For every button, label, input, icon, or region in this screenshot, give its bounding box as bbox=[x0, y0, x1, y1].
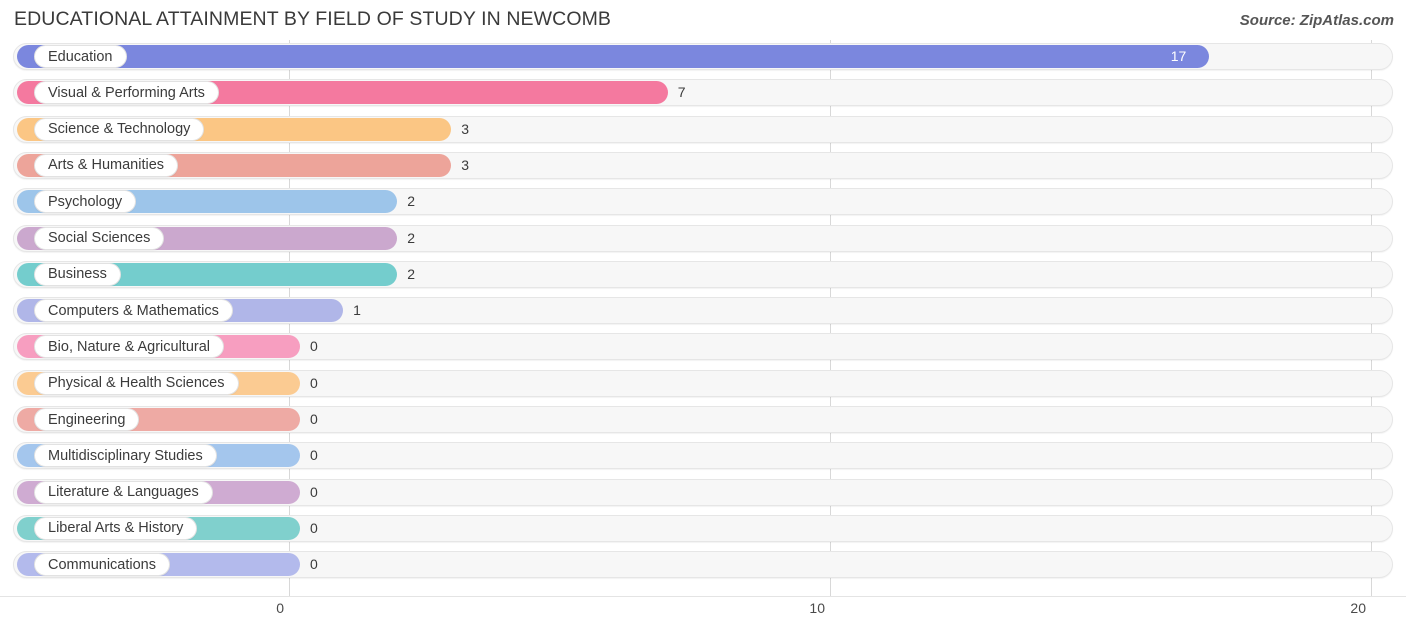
bar-value-label: 3 bbox=[461, 120, 470, 137]
bar-row[interactable]: Arts & Humanities 3 bbox=[0, 149, 1406, 185]
bar-row[interactable]: Literature & Languages 0 bbox=[0, 476, 1406, 512]
bar-category-label: Liberal Arts & History bbox=[34, 516, 198, 540]
bar-category-label: Education bbox=[34, 45, 127, 68]
chart-header: EDUCATIONAL ATTAINMENT BY FIELD OF STUDY… bbox=[0, 0, 1406, 40]
bar-category-label: Multidisciplinary Studies bbox=[34, 444, 217, 468]
bar-row[interactable]: Communications 0 bbox=[0, 548, 1406, 584]
bar-category-label: Science & Technology bbox=[34, 117, 205, 141]
bar-category-text: Engineering bbox=[48, 411, 126, 428]
bar-row[interactable]: Physical & Health Sciences 0 bbox=[0, 367, 1406, 403]
axis-top-divider bbox=[0, 596, 1406, 597]
bar-row[interactable]: Business 2 bbox=[0, 258, 1406, 294]
bar-category-text: Literature & Languages bbox=[48, 484, 199, 501]
bar-fill bbox=[17, 45, 1209, 68]
bar-category-label: Visual & Performing Arts bbox=[34, 81, 219, 105]
bar-category-text: Liberal Arts & History bbox=[48, 520, 184, 537]
bar-value-label: 0 bbox=[310, 447, 318, 464]
bar-category-label: Arts & Humanities bbox=[34, 153, 179, 177]
bar-value-label: 1 bbox=[353, 302, 361, 319]
bar-category-label: Communications bbox=[34, 553, 170, 577]
bar-row[interactable]: Computers & Mathematics 1 bbox=[0, 294, 1406, 330]
bar-value-label: 2 bbox=[407, 229, 415, 246]
bar-value-label: 0 bbox=[310, 556, 318, 573]
bar-category-label: Engineering bbox=[34, 408, 140, 431]
bar-category-text: Science & Technology bbox=[48, 121, 191, 138]
x-axis: 0 10 20 bbox=[0, 596, 1406, 631]
bar-value-label: 3 bbox=[461, 156, 470, 173]
bar-category-text: Psychology bbox=[48, 193, 123, 210]
bar-category-text: Social Sciences bbox=[48, 230, 151, 246]
bar-value-label: 17 bbox=[1170, 48, 1187, 64]
bar-value-label: 0 bbox=[310, 338, 318, 355]
bar-category-label: Computers & Mathematics bbox=[34, 299, 233, 323]
bar-category-label: Business bbox=[34, 262, 121, 286]
bar-row[interactable]: Education 17 bbox=[0, 40, 1406, 76]
bar-category-text: Education bbox=[48, 48, 113, 65]
bar-row[interactable]: Bio, Nature & Agricultural 0 bbox=[0, 330, 1406, 366]
bar-value-label: 0 bbox=[310, 411, 318, 427]
bar-category-text: Computers & Mathematics bbox=[48, 302, 219, 319]
bar-row[interactable]: Liberal Arts & History 0 bbox=[0, 512, 1406, 548]
bar-row[interactable]: Multidisciplinary Studies 0 bbox=[0, 439, 1406, 475]
source-attribution: Source: ZipAtlas.com bbox=[1239, 12, 1394, 29]
bar-value-label: 2 bbox=[407, 193, 415, 210]
bar-value-label: 0 bbox=[310, 519, 318, 536]
bar-category-label: Psychology bbox=[34, 190, 137, 214]
bar-value-label: 0 bbox=[310, 374, 318, 391]
bar-row[interactable]: Social Sciences 2 bbox=[0, 222, 1406, 258]
bar-category-text: Business bbox=[48, 266, 107, 283]
page-title: EDUCATIONAL ATTAINMENT BY FIELD OF STUDY… bbox=[14, 8, 612, 30]
bar-category-text: Physical & Health Sciences bbox=[48, 375, 225, 392]
bar-value-label: 0 bbox=[310, 483, 318, 500]
bar-category-text: Communications bbox=[48, 556, 156, 573]
bar-category-text: Visual & Performing Arts bbox=[48, 84, 205, 101]
bar-category-text: Multidisciplinary Studies bbox=[48, 447, 203, 464]
bar-category-text: Arts & Humanities bbox=[48, 157, 165, 174]
x-axis-tick-20: 20 bbox=[1350, 600, 1366, 616]
chart-plot-area: Education 17 Visual & Performing Arts 7 Scie… bbox=[0, 40, 1406, 596]
bar-row[interactable]: Engineering 0 bbox=[0, 403, 1406, 439]
bar-row[interactable]: Psychology 2 bbox=[0, 185, 1406, 221]
x-axis-tick-10: 10 bbox=[809, 600, 825, 616]
x-axis-tick-0: 0 bbox=[276, 600, 284, 616]
bar-value-label: 7 bbox=[677, 84, 686, 101]
bar-category-label: Bio, Nature & Agricultural bbox=[34, 335, 224, 359]
bar-category-text: Bio, Nature & Agricultural bbox=[48, 338, 210, 355]
bar-value-label: 2 bbox=[407, 265, 415, 282]
bar-row[interactable]: Science & Technology 3 bbox=[0, 113, 1406, 149]
bar-category-label: Physical & Health Sciences bbox=[34, 371, 239, 395]
bar-category-label: Social Sciences bbox=[34, 226, 165, 250]
bar-category-label: Literature & Languages bbox=[34, 480, 213, 504]
bar-row[interactable]: Visual & Performing Arts 7 bbox=[0, 76, 1406, 112]
